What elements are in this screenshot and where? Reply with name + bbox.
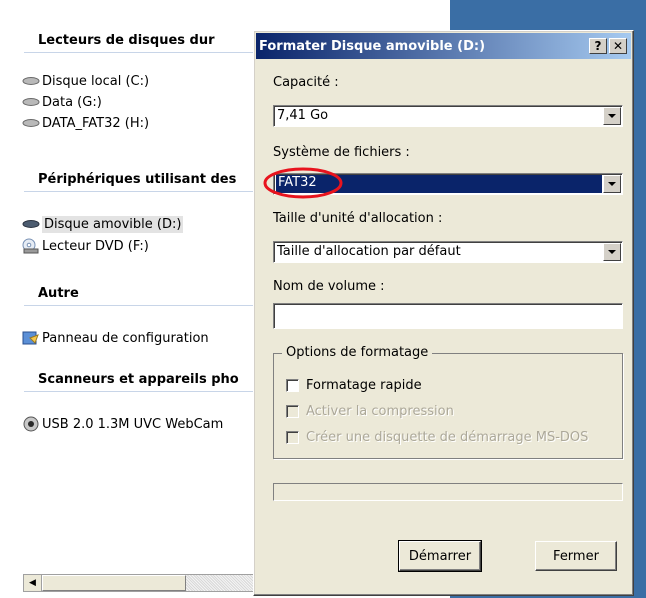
item-label: USB 2.0 1.3M UVC WebCam: [42, 416, 224, 432]
divider: [24, 191, 254, 192]
scroll-track[interactable]: [186, 575, 262, 591]
item-control-panel[interactable]: Panneau de configuration: [22, 329, 209, 347]
checkbox-label: Activer la compression: [306, 404, 454, 419]
drive-label: Data (G:): [42, 94, 102, 110]
divider: [24, 52, 254, 53]
group-header-other: Autre: [38, 286, 79, 301]
alloc-select[interactable]: Taille d'allocation par défaut: [273, 241, 623, 263]
hard-drive-icon: [22, 98, 40, 106]
alloc-label: Taille d'unité d'allocation :: [273, 211, 443, 226]
dialog-title: Formater Disque amovible (D:): [259, 38, 486, 54]
checkbox-box[interactable]: [286, 379, 299, 392]
format-dialog: Formater Disque amovible (D:) ? ✕ Capaci…: [253, 30, 634, 596]
checkbox-label: Formatage rapide: [306, 378, 422, 393]
drive-item-h[interactable]: DATA_FAT32 (H:): [22, 114, 149, 132]
close-button[interactable]: Fermer: [535, 541, 617, 571]
item-webcam[interactable]: USB 2.0 1.3M UVC WebCam: [22, 415, 223, 433]
drive-item-f[interactable]: Lecteur DVD (F:): [22, 237, 149, 255]
drive-label: Disque amovible (D:): [42, 215, 184, 233]
alloc-value: Taille d'allocation par défaut: [277, 244, 461, 259]
group-header-removable: Périphériques utilisant des: [38, 172, 237, 187]
msdos-checkbox: Créer une disquette de démarrage MS-DOS: [286, 430, 588, 445]
drive-label: DATA_FAT32 (H:): [42, 115, 150, 131]
dvd-drive-icon: [22, 238, 39, 254]
drive-item-c[interactable]: Disque local (C:): [22, 72, 149, 90]
control-panel-icon: [22, 331, 39, 345]
checkbox-box: [286, 431, 299, 444]
drive-label: Disque local (C:): [42, 73, 150, 89]
drive-label: Lecteur DVD (F:): [42, 238, 149, 254]
item-label: Panneau de configuration: [42, 330, 209, 346]
drive-item-d[interactable]: Disque amovible (D:): [22, 215, 184, 233]
capacity-select[interactable]: 7,41 Go: [273, 105, 623, 127]
quick-format-checkbox[interactable]: Formatage rapide: [286, 378, 422, 393]
chevron-down-icon[interactable]: [603, 107, 621, 125]
group-header-scanners: Scanneurs et appareils pho: [38, 372, 239, 387]
webcam-icon: [23, 416, 39, 432]
checkbox-label: Créer une disquette de démarrage MS-DOS: [306, 430, 589, 445]
options-legend: Options de formatage: [282, 345, 433, 360]
hard-drive-icon: [22, 77, 40, 85]
volume-name-input[interactable]: [273, 303, 623, 329]
drive-item-g[interactable]: Data (G:): [22, 93, 102, 111]
compression-checkbox: Activer la compression: [286, 404, 454, 419]
capacity-label: Capacité :: [273, 75, 339, 90]
scroll-thumb[interactable]: [42, 575, 186, 591]
volume-label: Nom de volume :: [273, 279, 385, 294]
divider: [24, 391, 254, 392]
horizontal-scrollbar[interactable]: ◀: [23, 574, 263, 592]
chevron-down-icon[interactable]: [603, 243, 621, 261]
divider: [24, 305, 254, 306]
hard-drive-icon: [22, 119, 40, 127]
scroll-left-icon[interactable]: ◀: [24, 575, 42, 591]
help-button[interactable]: ?: [589, 38, 607, 54]
start-button[interactable]: Démarrer: [398, 540, 482, 572]
removable-drive-icon: [22, 220, 40, 228]
format-options-group: Options de formatage Formatage rapide Ac…: [273, 345, 623, 459]
checkbox-box: [286, 405, 299, 418]
title-bar[interactable]: Formater Disque amovible (D:) ? ✕: [256, 33, 631, 59]
highlight-ellipse: [263, 167, 343, 199]
progress-bar: [273, 483, 623, 501]
chevron-down-icon[interactable]: [603, 175, 621, 193]
capacity-value: 7,41 Go: [277, 108, 329, 123]
group-header-hard-drives: Lecteurs de disques dur: [38, 33, 215, 48]
close-icon[interactable]: ✕: [609, 38, 627, 54]
filesystem-label: Système de fichiers :: [273, 145, 410, 160]
